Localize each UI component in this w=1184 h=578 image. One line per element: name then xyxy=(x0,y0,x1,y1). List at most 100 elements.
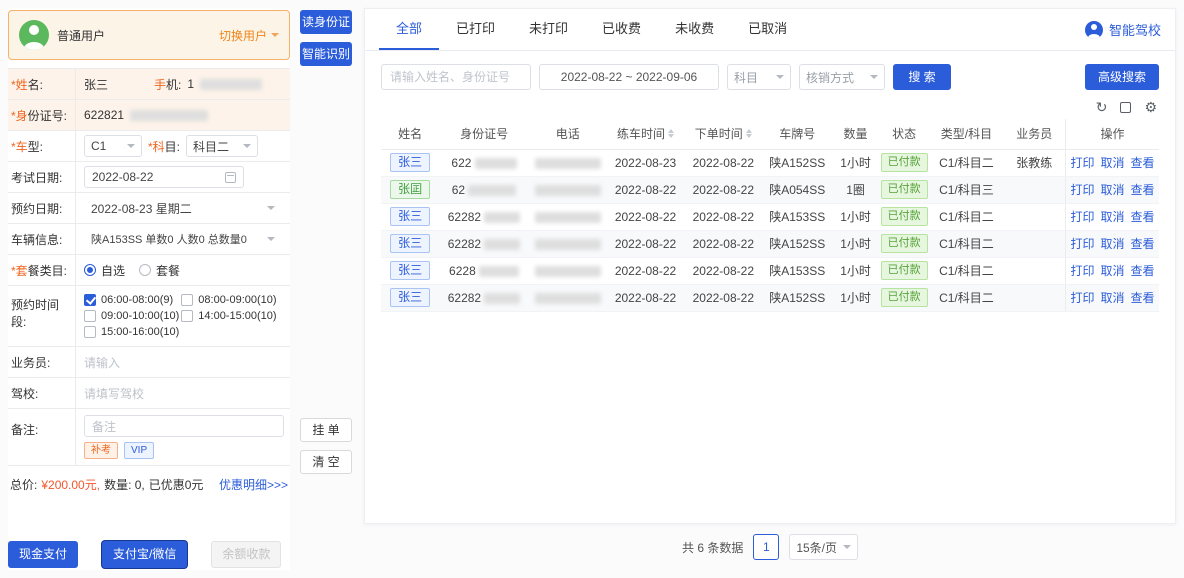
remark-input[interactable]: 备注 xyxy=(84,415,284,437)
qty-cell: 1小时 xyxy=(832,257,879,284)
redacted-id xyxy=(130,110,208,121)
view-link[interactable]: 查看 xyxy=(1131,237,1155,251)
timeslot-option[interactable]: 06:00-08:00(9) xyxy=(84,294,179,306)
header-plate: 车牌号 xyxy=(762,119,832,149)
timeslot-option[interactable]: 08:00-09:00(10) xyxy=(181,294,276,306)
cancel-link[interactable]: 取消 xyxy=(1101,291,1125,305)
chevron-down-icon xyxy=(843,545,851,549)
form-row-timeslots: 预约时间段: 06:00-08:00(9) 08:00-09:00(10) 09… xyxy=(8,286,290,347)
cancel-link[interactable]: 取消 xyxy=(1101,210,1125,224)
cancel-link[interactable]: 取消 xyxy=(1101,156,1125,170)
tab-uncharged[interactable]: 未收费 xyxy=(658,9,731,50)
payment-bar: 现金支付 支付宝/微信 余额收款 xyxy=(8,541,290,570)
alipay-wechat-pay-button[interactable]: 支付宝/微信 xyxy=(102,541,187,568)
book-date-value: 2022-08-23 星期二 xyxy=(91,200,192,217)
timeslot-option[interactable]: 15:00-16:00(10) xyxy=(84,326,179,338)
form-row-id: *身份证号: 622821 xyxy=(8,100,290,131)
account-avatar-icon xyxy=(1085,21,1103,39)
book-date-select[interactable]: 2022-08-23 星期二 xyxy=(84,197,282,219)
status-badge: 已付款 xyxy=(881,180,928,199)
train-time-cell: 2022-08-22 xyxy=(607,230,685,257)
table-empty-space xyxy=(365,312,1175,524)
student-name-tag: 张囸 xyxy=(390,180,430,199)
header-idcard: 身份证号 xyxy=(439,119,528,149)
train-time-cell: 2022-08-22 xyxy=(607,203,685,230)
refresh-icon[interactable]: ↻ xyxy=(1096,100,1108,114)
chevron-down-icon xyxy=(267,206,275,210)
subject-filter-select[interactable]: 科目 xyxy=(727,64,791,90)
print-link[interactable]: 打印 xyxy=(1071,264,1095,278)
view-link[interactable]: 查看 xyxy=(1131,291,1155,305)
cancel-link[interactable]: 取消 xyxy=(1101,237,1125,251)
subject-value: 科目二 xyxy=(193,138,229,155)
print-link[interactable]: 打印 xyxy=(1071,210,1095,224)
school-input[interactable]: 请填写驾校 xyxy=(84,385,144,402)
print-link[interactable]: 打印 xyxy=(1071,183,1095,197)
balance-pay-button[interactable]: 余额收款 xyxy=(211,541,281,568)
exam-date-label: 考试日期: xyxy=(8,162,76,192)
settings-gear-icon[interactable]: ⚙ xyxy=(1144,100,1157,114)
hold-order-button[interactable]: 挂 单 xyxy=(300,418,352,442)
status-badge: 已付款 xyxy=(881,288,928,307)
vehicle-select[interactable]: 陕A153SS 单数0 人数0 总数量0 xyxy=(84,228,282,250)
clear-form-button[interactable]: 清 空 xyxy=(300,450,352,474)
subject-select[interactable]: 科目二 xyxy=(186,135,258,157)
page-size-select[interactable]: 15条/页 xyxy=(789,534,858,560)
user-type-label: 普通用户 xyxy=(57,27,105,44)
user-card: 普通用户 切换用户 xyxy=(8,10,290,60)
package-option-custom[interactable]: 自选 xyxy=(84,262,125,279)
order-time-cell: 2022-08-22 xyxy=(684,257,762,284)
package-option-bundle[interactable]: 套餐 xyxy=(139,262,180,279)
sort-icon xyxy=(746,129,752,138)
checkbox-icon xyxy=(84,310,96,322)
tab-unprinted[interactable]: 未打印 xyxy=(512,9,585,50)
search-input[interactable] xyxy=(381,64,531,90)
print-link[interactable]: 打印 xyxy=(1071,291,1095,305)
qty-cell: 1小时 xyxy=(832,203,879,230)
view-link[interactable]: 查看 xyxy=(1131,156,1155,170)
switch-user-link[interactable]: 切换用户 xyxy=(219,27,279,44)
salesman-cell: 张教练 xyxy=(1003,149,1065,176)
fullscreen-icon[interactable] xyxy=(1120,102,1131,113)
subject-filter-value: 科目 xyxy=(734,69,758,86)
discount-detail-link[interactable]: 优惠明细>>> xyxy=(219,476,288,493)
read-idcard-button[interactable]: 读身份证 xyxy=(300,10,352,34)
package-option-label: 自选 xyxy=(101,262,125,279)
salesman-input[interactable]: 请输入 xyxy=(84,354,120,371)
search-button[interactable]: 搜 索 xyxy=(893,64,951,90)
status-badge: 已付款 xyxy=(881,207,928,226)
exam-date-input[interactable]: 2022-08-22 xyxy=(84,166,244,188)
method-filter-select[interactable]: 核销方式 xyxy=(799,64,885,90)
advanced-search-button[interactable]: 高级搜索 xyxy=(1085,64,1159,90)
print-link[interactable]: 打印 xyxy=(1071,156,1095,170)
vip-tag[interactable]: VIP xyxy=(124,442,154,459)
status-badge: 已付款 xyxy=(881,261,928,280)
view-link[interactable]: 查看 xyxy=(1131,264,1155,278)
timeslot-option[interactable]: 14:00-15:00(10) xyxy=(181,310,276,322)
timeslot-option[interactable]: 09:00-10:00(10) xyxy=(84,310,179,322)
retake-tag[interactable]: 补考 xyxy=(84,442,118,459)
redacted-id xyxy=(484,212,520,223)
tab-charged[interactable]: 已收费 xyxy=(585,9,658,50)
id-prefix: 62282 xyxy=(448,291,481,305)
cancel-link[interactable]: 取消 xyxy=(1101,264,1125,278)
train-time-cell: 2022-08-22 xyxy=(607,257,685,284)
cash-pay-button[interactable]: 现金支付 xyxy=(8,541,78,568)
cartype-select[interactable]: C1 xyxy=(84,135,142,157)
date-range-input[interactable] xyxy=(539,64,719,90)
orders-table: 姓名 身份证号 电话 练车时间 下单时间 xyxy=(381,119,1159,312)
page-1-button[interactable]: 1 xyxy=(753,534,779,560)
account-menu[interactable]: 智能驾校 xyxy=(1085,9,1161,50)
smart-ocr-button[interactable]: 智能识别 xyxy=(300,42,352,66)
table-row: 张囸 62 2022-08-22 2022-08-22 陕A054SS 1圈 已… xyxy=(381,176,1159,203)
tab-all[interactable]: 全部 xyxy=(379,9,439,50)
tab-printed[interactable]: 已打印 xyxy=(439,9,512,50)
print-link[interactable]: 打印 xyxy=(1071,237,1095,251)
header-train-time[interactable]: 练车时间 xyxy=(607,119,685,149)
remark-label: 备注: xyxy=(8,409,76,465)
cancel-link[interactable]: 取消 xyxy=(1101,183,1125,197)
view-link[interactable]: 查看 xyxy=(1131,210,1155,224)
view-link[interactable]: 查看 xyxy=(1131,183,1155,197)
header-order-time[interactable]: 下单时间 xyxy=(684,119,762,149)
tab-cancelled[interactable]: 已取消 xyxy=(731,9,804,50)
